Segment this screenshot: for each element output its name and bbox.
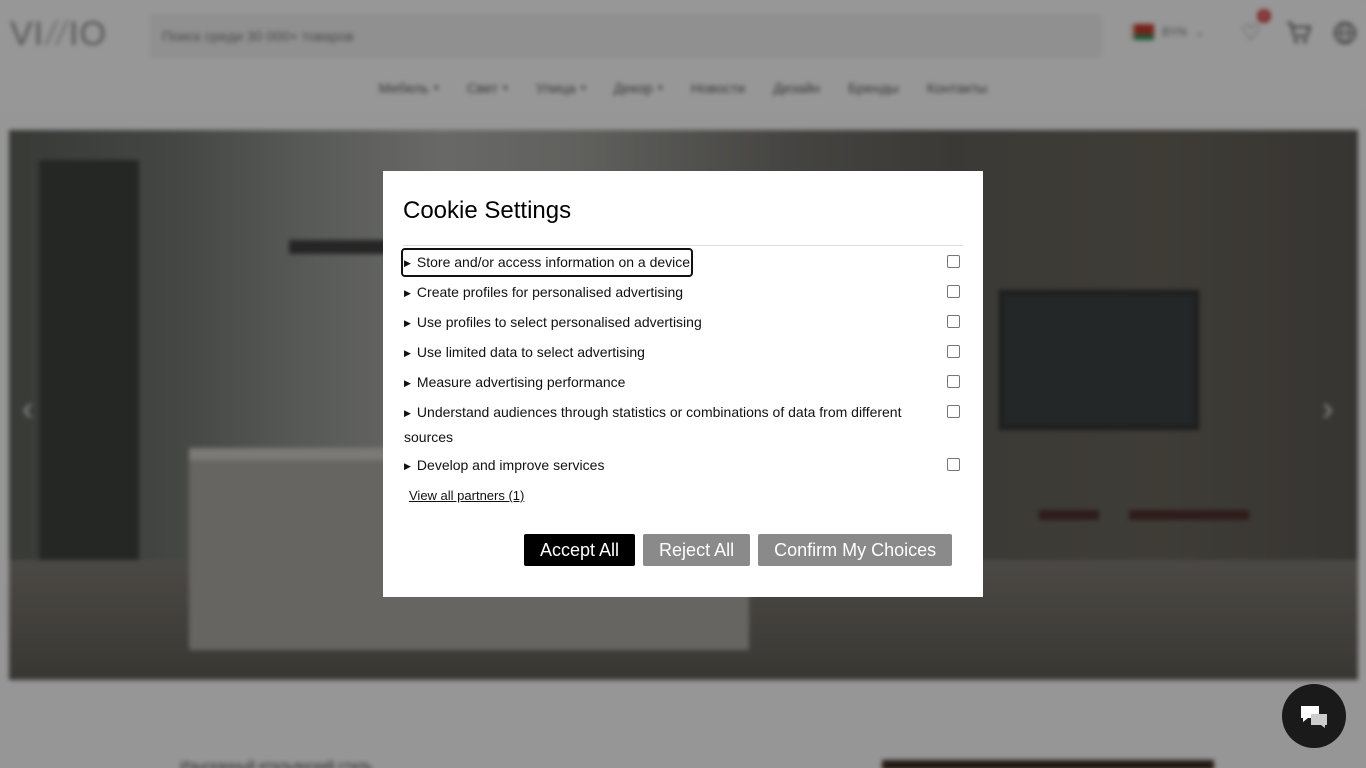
- expand-triangle-icon: ▶: [404, 348, 411, 358]
- dialog-title: Cookie Settings: [403, 197, 572, 224]
- purpose-label: Measure advertising performance: [416, 374, 626, 390]
- purpose-checkbox[interactable]: [947, 345, 960, 358]
- purpose-summary-toggle[interactable]: ▶ Store and/or access information on a de…: [400, 248, 694, 277]
- purpose-label: Store and/or access information on a dev…: [416, 254, 691, 270]
- purpose-label: Develop and improve services: [416, 457, 605, 473]
- purpose-checkbox[interactable]: [947, 285, 960, 298]
- purpose-checkbox[interactable]: [947, 315, 960, 328]
- purpose-summary-toggle[interactable]: ▶ Create profiles for personalised advert…: [403, 280, 684, 305]
- purpose-label: Use limited data to select advertising: [416, 344, 645, 360]
- purpose-row-store-access: ▶ Store and/or access information on a de…: [400, 248, 963, 277]
- expand-triangle-icon: ▶: [404, 408, 411, 418]
- purpose-row-audiences: ▶ Understand audiences through statistics…: [403, 400, 963, 449]
- purpose-summary-toggle[interactable]: ▶ Use profiles to select personalised adv…: [403, 310, 703, 335]
- purpose-summary-toggle[interactable]: ▶ Develop and improve services: [403, 453, 605, 478]
- expand-triangle-icon: ▶: [404, 378, 411, 388]
- purpose-summary-toggle[interactable]: ▶ Measure advertising performance: [403, 370, 626, 395]
- purpose-label: Use profiles to select personalised adve…: [416, 314, 702, 330]
- purpose-checkbox[interactable]: [947, 405, 960, 418]
- chat-button[interactable]: [1282, 684, 1346, 748]
- purpose-row-develop-services: ▶ Develop and improve services: [403, 453, 963, 478]
- view-partners-link[interactable]: View all partners (1): [409, 488, 524, 503]
- cookie-settings-dialog: Cookie Settings ▶ Store and/or access inf…: [383, 171, 983, 597]
- purpose-row-measure-ads: ▶ Measure advertising performance: [403, 370, 963, 395]
- purpose-checkbox[interactable]: [947, 255, 960, 268]
- purpose-row-limited-data: ▶ Use limited data to select advertising: [403, 340, 963, 365]
- accept-all-button[interactable]: Accept All: [524, 534, 636, 566]
- expand-triangle-icon: ▶: [404, 258, 411, 268]
- purpose-label: Create profiles for personalised adverti…: [416, 284, 684, 300]
- expand-triangle-icon: ▶: [404, 318, 411, 328]
- purpose-row-use-profiles: ▶ Use profiles to select personalised adv…: [403, 310, 963, 335]
- dialog-actions: Accept All Reject All Confirm My Choices: [524, 534, 953, 566]
- purpose-checkbox[interactable]: [947, 458, 960, 471]
- purpose-row-create-profiles: ▶ Create profiles for personalised advert…: [403, 280, 963, 305]
- reject-all-button[interactable]: Reject All: [643, 534, 751, 566]
- purpose-checkbox[interactable]: [947, 375, 960, 388]
- purpose-label: Understand audiences through statistics …: [404, 404, 902, 445]
- expand-triangle-icon: ▶: [404, 288, 411, 298]
- purpose-summary-toggle[interactable]: ▶ Use limited data to select advertising: [403, 340, 646, 365]
- divider: [403, 245, 963, 246]
- confirm-choices-button[interactable]: Confirm My Choices: [758, 534, 953, 566]
- chat-bubble-icon: [1301, 706, 1327, 728]
- expand-triangle-icon: ▶: [404, 461, 411, 471]
- purpose-summary-toggle[interactable]: ▶ Understand audiences through statistics…: [403, 400, 923, 449]
